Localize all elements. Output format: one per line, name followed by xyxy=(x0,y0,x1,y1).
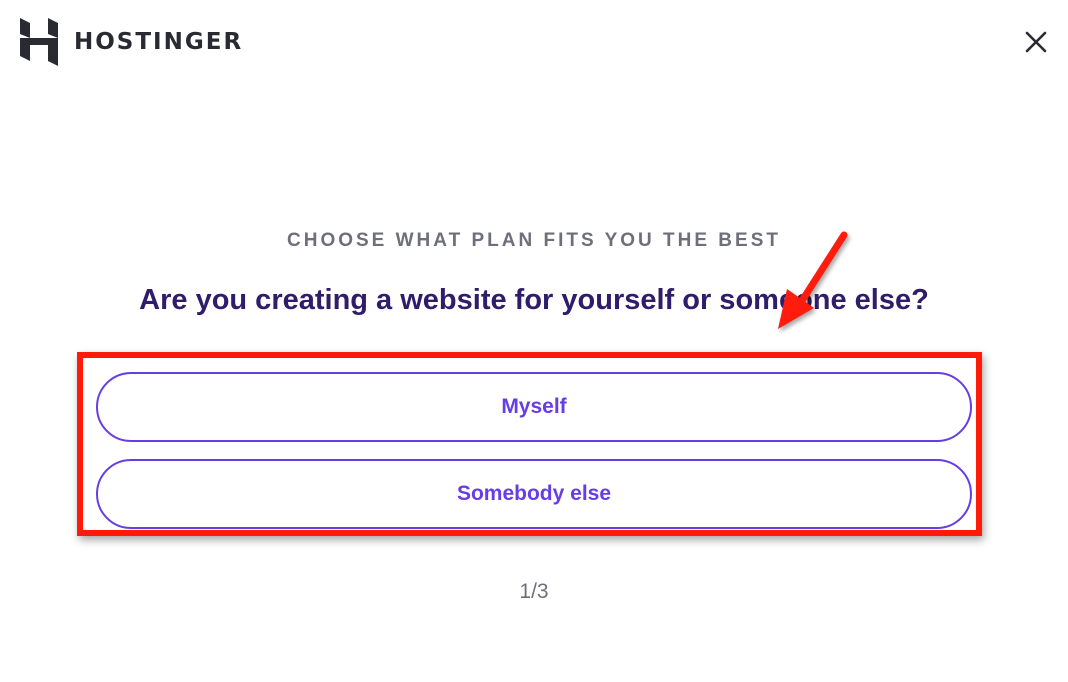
option-somebody-else-button[interactable]: Somebody else xyxy=(96,459,972,529)
brand[interactable]: HOSTINGER xyxy=(20,18,243,66)
close-icon[interactable] xyxy=(1024,30,1048,54)
plan-kicker: CHOOSE WHAT PLAN FITS YOU THE BEST xyxy=(287,230,781,251)
hostinger-logo-icon xyxy=(20,18,58,66)
onboarding-page: HOSTINGER CHOOSE WHAT PLAN FITS YOU THE … xyxy=(0,0,1068,682)
step-indicator: 1/3 xyxy=(519,580,549,603)
question-title: Are you creating a website for yourself … xyxy=(139,284,929,316)
brand-name: HOSTINGER xyxy=(74,29,244,55)
option-myself-button[interactable]: Myself xyxy=(96,372,972,442)
red-arrow-icon xyxy=(778,231,848,329)
